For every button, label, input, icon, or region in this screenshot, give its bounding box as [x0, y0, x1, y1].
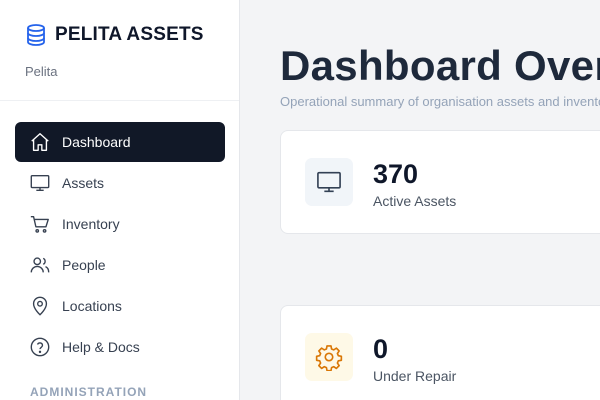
sidebar-item-dashboard[interactable]: Dashboard [15, 122, 225, 162]
sidebar-nav: Dashboard Assets Inventory People Locati… [15, 122, 225, 368]
users-icon [29, 254, 51, 276]
stat-card-under-repair[interactable]: 0 Under Repair [280, 305, 600, 400]
sidebar-item-label: People [62, 257, 106, 273]
sidebar-item-assets[interactable]: Assets [15, 163, 225, 203]
stat-label: Under Repair [373, 368, 457, 384]
page-subtitle: Operational summary of organisation asse… [280, 94, 600, 109]
map-pin-icon [29, 295, 51, 317]
monitor-icon [315, 168, 343, 196]
database-icon [26, 24, 46, 46]
sidebar-divider [0, 100, 239, 101]
stat-card-active-assets[interactable]: 370 Active Assets [280, 130, 600, 234]
sidebar-section-label: ADMINISTRATION [30, 385, 148, 399]
cart-icon [29, 213, 51, 235]
sidebar-item-locations[interactable]: Locations [15, 286, 225, 326]
page-title: Dashboard Overview [280, 42, 600, 89]
sidebar-item-help-docs[interactable]: Help & Docs [15, 327, 225, 367]
sidebar-item-label: Assets [62, 175, 105, 191]
stat-icon-wrap [305, 333, 353, 381]
stat-value: 370 [373, 159, 419, 189]
sidebar-item-label: Help & Docs [62, 339, 140, 355]
sidebar-item-inventory[interactable]: Inventory [15, 204, 225, 244]
brand-title: PELITA ASSETS [55, 24, 204, 45]
stat-icon-wrap [305, 158, 353, 206]
home-icon [29, 131, 51, 153]
sidebar-item-label: Dashboard [62, 134, 131, 150]
sidebar: PELITA ASSETS Pelita Dashboard Assets In… [0, 0, 240, 400]
main-content: Dashboard Overview Operational summary o… [241, 0, 600, 400]
stat-value: 0 [373, 334, 389, 364]
gear-icon [315, 343, 343, 371]
sidebar-item-people[interactable]: People [15, 245, 225, 285]
monitor-icon [29, 172, 51, 194]
stat-label: Active Assets [373, 193, 457, 209]
sidebar-item-label: Inventory [62, 216, 120, 232]
brand-subtitle: Pelita [25, 64, 58, 79]
brand[interactable]: PELITA ASSETS [26, 24, 204, 46]
help-circle-icon [29, 336, 51, 358]
sidebar-item-label: Locations [62, 298, 122, 314]
